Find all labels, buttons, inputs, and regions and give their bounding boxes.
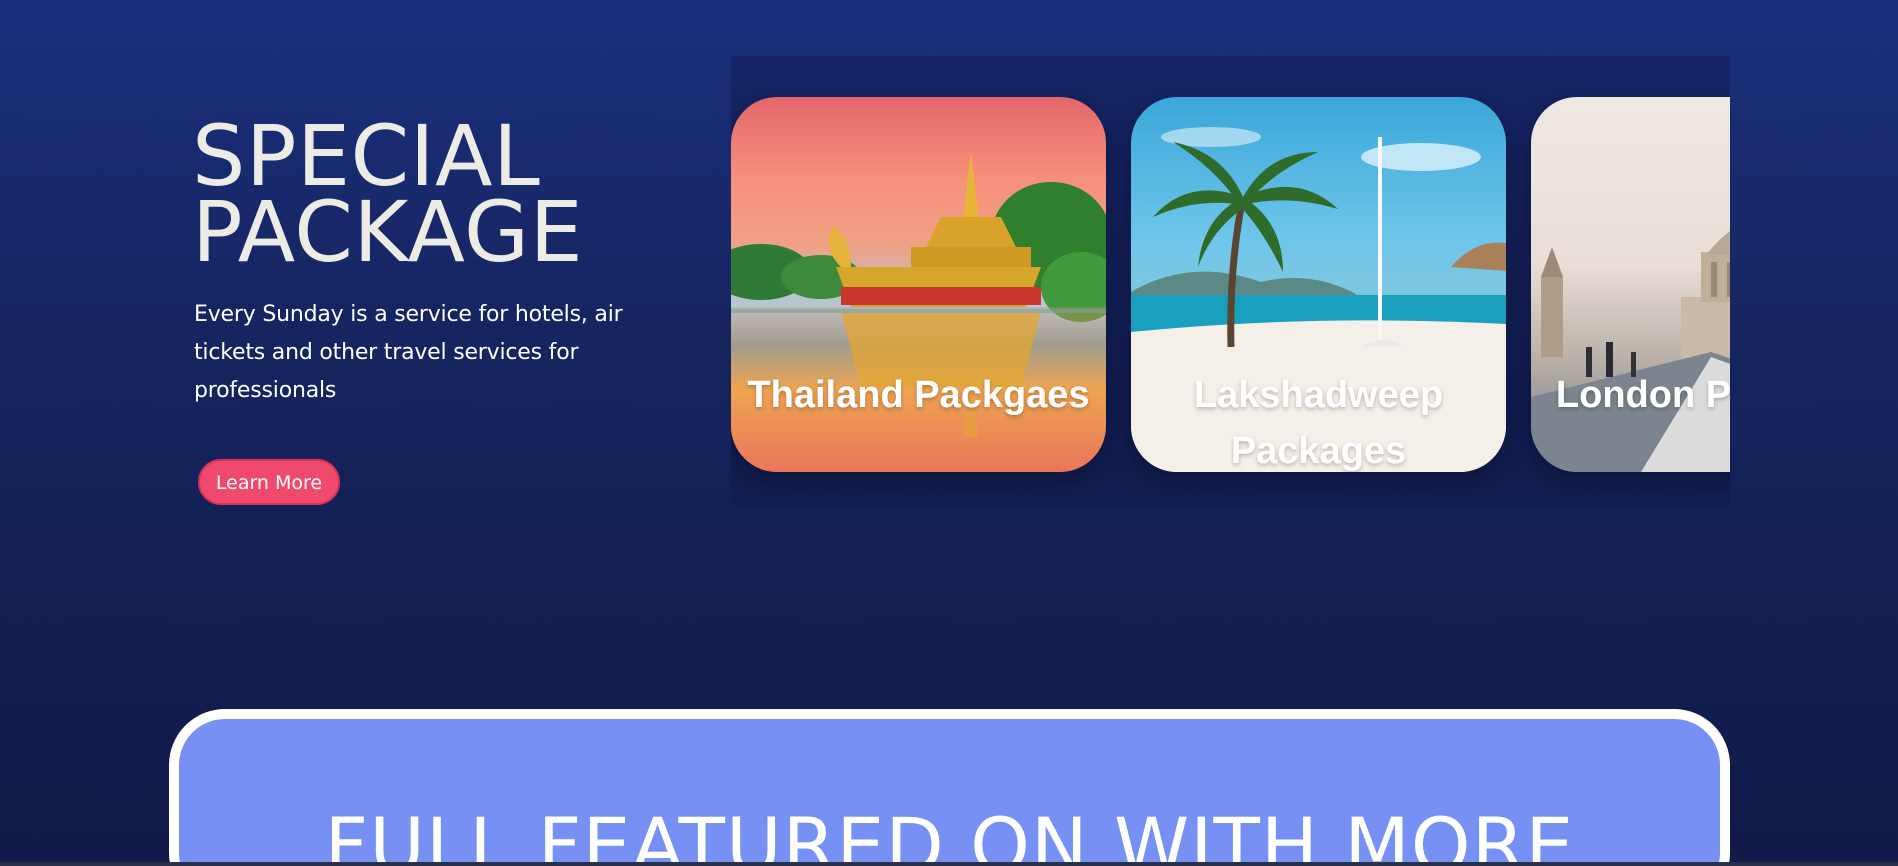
package-card-thailand[interactable]: Thailand Packgaes xyxy=(731,97,1106,472)
bottom-divider xyxy=(0,862,1898,866)
page-title: SPECIAL PACKAGE xyxy=(192,114,652,274)
feature-title: FULL FEATURED ON WITH MORE xyxy=(324,801,1575,866)
learn-more-button[interactable]: Learn More xyxy=(198,459,340,505)
package-label: Thailand Packgaes xyxy=(747,374,1090,416)
hero-intro: SPECIAL PACKAGE Every Sunday is a servic… xyxy=(192,114,652,410)
package-label: London Packages xyxy=(1555,374,1730,416)
feature-panel-inner: FULL FEATURED ON WITH MORE xyxy=(179,719,1720,866)
title-line-2: PACKAGE xyxy=(192,183,584,281)
package-carousel[interactable]: Thailand Packgaes Lakshadweep Packages L… xyxy=(731,56,1730,506)
package-card-london[interactable]: London Packages xyxy=(1531,97,1730,472)
package-label: Lakshadweep Packages xyxy=(1193,374,1444,472)
hero-description: Every Sunday is a service for hotels, ai… xyxy=(194,302,623,403)
feature-panel: FULL FEATURED ON WITH MORE xyxy=(169,709,1730,866)
package-card-lakshadweep[interactable]: Lakshadweep Packages xyxy=(1131,97,1506,472)
